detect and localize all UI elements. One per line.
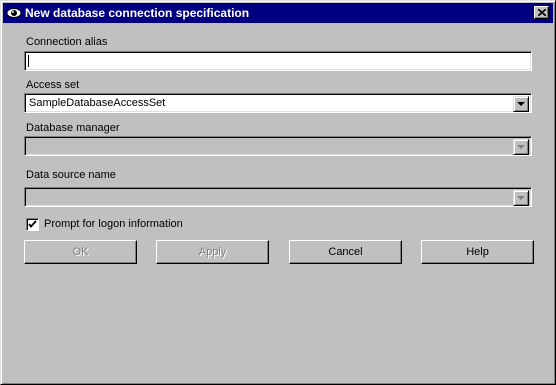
access-set-dropdown-button[interactable] — [513, 96, 529, 112]
title-bar[interactable]: New database connection specification — [3, 3, 553, 23]
help-button[interactable]: Help — [421, 240, 534, 264]
access-set-value: SampleDatabaseAccessSet — [29, 97, 166, 109]
prompt-logon-checkbox[interactable] — [26, 218, 39, 231]
database-manager-dropdown-button[interactable] — [513, 139, 529, 155]
window-title: New database connection specification — [25, 6, 250, 20]
eye-icon — [6, 5, 22, 21]
data-source-name-label: Data source name — [26, 169, 116, 181]
dialog-window: New database connection specification Co… — [0, 0, 556, 385]
connection-alias-label: Connection alias — [26, 36, 108, 48]
close-icon — [538, 9, 546, 16]
text-caret — [28, 55, 29, 67]
prompt-logon-label[interactable]: Prompt for logon information — [44, 218, 183, 231]
data-source-dropdown-button[interactable] — [513, 190, 529, 206]
ok-button[interactable]: OK — [24, 240, 137, 264]
database-manager-label: Database manager — [26, 122, 120, 134]
checkmark-icon — [28, 220, 37, 228]
chevron-down-icon — [517, 102, 525, 106]
data-source-name-select[interactable] — [24, 187, 532, 207]
connection-alias-input[interactable] — [24, 51, 532, 71]
database-manager-select[interactable] — [24, 136, 532, 156]
access-set-label: Access set — [26, 79, 80, 91]
access-set-select[interactable]: SampleDatabaseAccessSet — [24, 93, 532, 113]
close-button[interactable] — [534, 6, 549, 19]
chevron-down-icon — [517, 145, 525, 149]
chevron-down-icon — [517, 196, 525, 200]
apply-button[interactable]: Apply — [156, 240, 269, 264]
cancel-button[interactable]: Cancel — [289, 240, 402, 264]
